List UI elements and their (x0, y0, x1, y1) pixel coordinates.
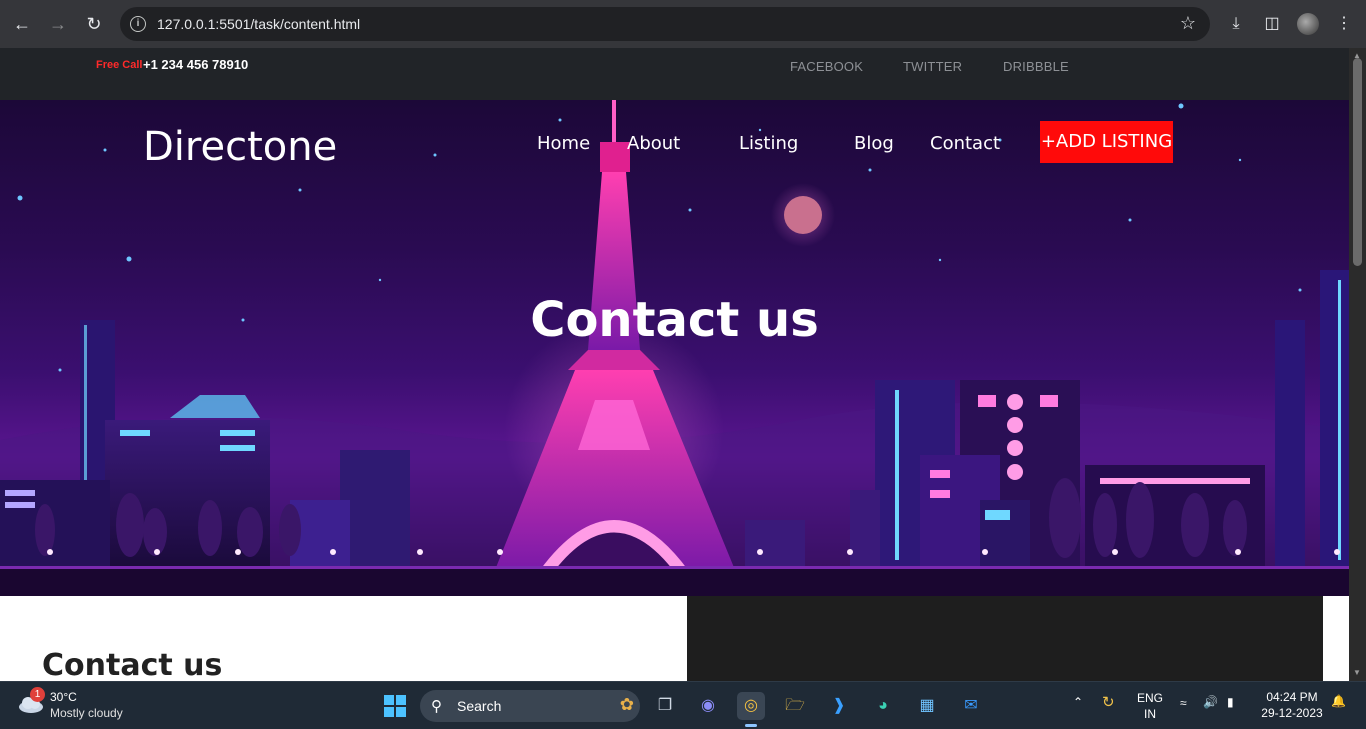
taskbar-search[interactable]: ⚲ Search ✿ (420, 690, 640, 722)
site-info-icon[interactable]: i (130, 16, 146, 32)
tray-overflow-chevron-icon[interactable]: ⌃ (1073, 695, 1083, 709)
language-indicator-line1[interactable]: ENG (1134, 691, 1166, 705)
hero-title: Contact us (530, 292, 819, 348)
battery-icon[interactable]: ▮ (1227, 695, 1234, 709)
contact-image-panel (687, 596, 1323, 681)
os-taskbar: 1 30°C Mostly cloudy ⚲ Search ✿ ❐ ◉ ◎ 🗁 … (0, 681, 1366, 729)
add-listing-button[interactable]: +ADD LISTING (1040, 121, 1173, 163)
sync-icon[interactable]: ↻ (1102, 693, 1115, 711)
moon (784, 196, 822, 234)
address-bar[interactable]: i 127.0.0.1:5501/task/content.html ☆ (120, 7, 1210, 41)
file-explorer-icon[interactable]: 🗁 (781, 692, 809, 720)
search-icon: ⚲ (431, 698, 442, 715)
notification-bell-icon[interactable]: 🔔 (1331, 694, 1346, 708)
brand-logo-text[interactable]: Directone (143, 124, 337, 170)
nav-home[interactable]: Home (537, 133, 590, 154)
nav-listing[interactable]: Listing (739, 133, 798, 154)
search-label: Search (457, 698, 502, 714)
scrollbar-thumb[interactable] (1353, 58, 1362, 266)
night-city-eiffel-illustration (0, 100, 1349, 596)
menu-kebab-icon[interactable]: ⋮ (1332, 12, 1356, 36)
temperature-text[interactable]: 30°C (50, 690, 77, 704)
volume-icon[interactable]: 🔊 (1203, 695, 1218, 709)
vscode-icon[interactable]: ❱ (825, 692, 853, 720)
facebook-link[interactable]: FACEBOOK (790, 59, 863, 74)
forward-icon[interactable]: → (46, 12, 70, 36)
nav-blog[interactable]: Blog (854, 133, 894, 154)
section-heading: Contact us (42, 648, 223, 681)
task-view-icon[interactable]: ❐ (651, 692, 679, 720)
mail-icon[interactable]: ✉ (957, 692, 985, 720)
search-highlight-icon: ✿ (619, 695, 634, 714)
download-icon[interactable]: ⤓ (1224, 12, 1248, 36)
url-text: 127.0.0.1:5501/task/content.html (157, 16, 361, 32)
chrome-app-icon[interactable]: ◎ (737, 692, 765, 720)
bookmark-star-icon[interactable]: ☆ (1180, 13, 1196, 34)
teams-chat-icon[interactable]: ◉ (694, 692, 722, 720)
store-icon[interactable]: ▦ (913, 692, 941, 720)
top-info-bar: Free Call +1 234 456 78910 FACEBOOK TWIT… (0, 48, 1349, 100)
language-indicator-line2[interactable]: IN (1134, 707, 1166, 721)
dribbble-link[interactable]: DRIBBBLE (1003, 59, 1069, 74)
phone-number[interactable]: +1 234 456 78910 (143, 57, 248, 72)
browser-toolbar: ← → ↻ i 127.0.0.1:5501/task/content.html… (0, 0, 1366, 48)
free-call-label: Free Call (96, 59, 143, 71)
back-icon[interactable]: ← (10, 12, 34, 36)
clock-time[interactable]: 04:24 PM (1260, 690, 1324, 704)
contact-section: Contact us (0, 596, 687, 681)
side-panel-icon[interactable]: ◫ (1260, 12, 1284, 36)
profile-avatar-icon[interactable] (1297, 13, 1319, 35)
scroll-down-icon[interactable]: ▼ (1353, 668, 1361, 677)
hero-banner: Directone Home About Listing Blog Contac… (0, 100, 1349, 596)
windows-start-icon[interactable] (384, 695, 406, 717)
page-viewport: Free Call +1 234 456 78910 FACEBOOK TWIT… (0, 48, 1349, 681)
weather-condition-text[interactable]: Mostly cloudy (50, 706, 123, 720)
wifi-icon[interactable]: ≈ (1180, 696, 1187, 710)
chrome-active-indicator (745, 724, 757, 727)
nav-about[interactable]: About (627, 133, 680, 154)
edge-browser-icon[interactable]: ◕ (869, 692, 897, 720)
notification-badge: 1 (30, 687, 45, 702)
clock-date[interactable]: 29-12-2023 (1258, 706, 1326, 720)
page-scrollbar[interactable]: ▲ ▼ (1349, 48, 1366, 681)
nav-contact[interactable]: Contact (930, 133, 1000, 154)
twitter-link[interactable]: TWITTER (903, 59, 962, 74)
reload-icon[interactable]: ↻ (82, 12, 106, 36)
